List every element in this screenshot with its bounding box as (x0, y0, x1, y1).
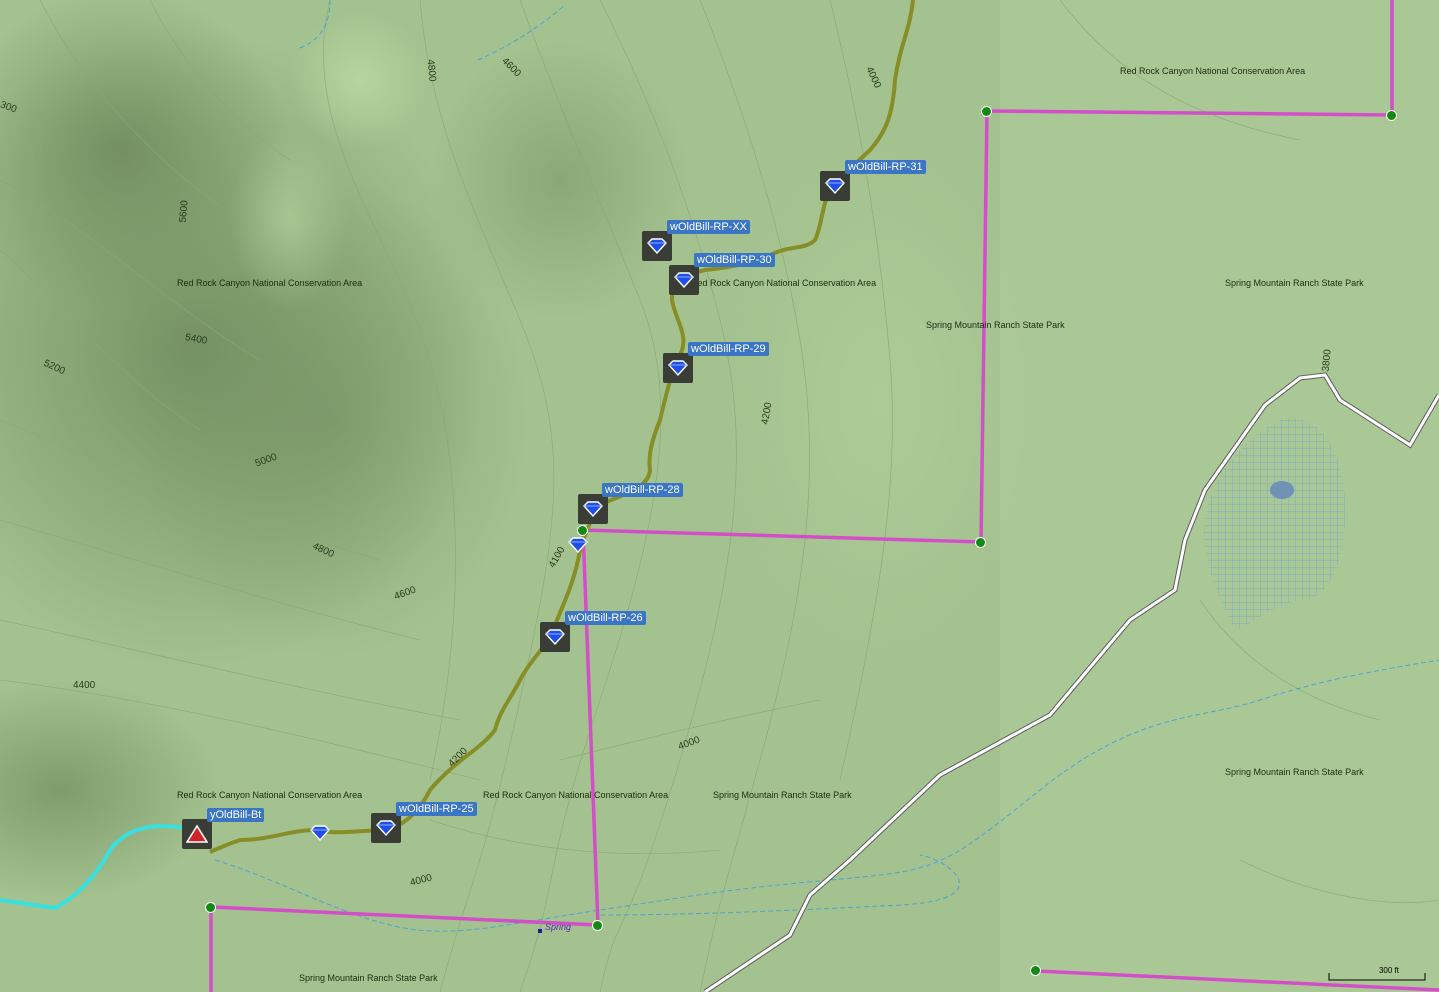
waypoint-label[interactable]: wOldBill-RP-XX (667, 220, 751, 234)
area-label-rrc: Red Rock Canyon National Conservation Ar… (177, 790, 363, 800)
triangle-icon (186, 824, 208, 843)
waypoint-marker-unlabeled[interactable] (309, 824, 331, 842)
spring-label: Spring (545, 922, 572, 932)
boundary-node[interactable] (1030, 965, 1041, 976)
boundary-node[interactable] (1386, 110, 1397, 121)
area-label-rrc: Red Rock Canyon National Conservation Ar… (177, 278, 363, 288)
waypoint-label[interactable]: wOldBill-RP-25 (396, 802, 477, 816)
boundary-node[interactable] (981, 106, 992, 117)
waypoint-label[interactable]: wOldBill-RP-26 (565, 611, 646, 625)
waypoint-marker-rp31[interactable] (820, 171, 850, 201)
gem-icon (545, 629, 565, 645)
map-view[interactable]: Red Rock Canyon National Conservation Ar… (0, 0, 1439, 992)
contour-label: 5600 (177, 199, 191, 224)
waypoint-marker-rp26[interactable] (540, 622, 570, 652)
area-label-smr: Spring Mountain Ranch State Park (926, 320, 1065, 330)
waypoint-marker-rp30[interactable] (669, 265, 699, 295)
waypoint-marker-unlabeled[interactable] (567, 536, 589, 554)
area-label-rrc: Red Rock Canyon National Conservation Ar… (483, 790, 669, 800)
area-label-rrc: Red Rock Canyon National Conservation Ar… (691, 278, 877, 288)
gem-icon (310, 825, 330, 841)
waypoint-marker-rp28[interactable] (578, 494, 608, 524)
waypoint-label[interactable]: yOldBill-Bt (207, 808, 265, 822)
spring-icon (538, 929, 542, 933)
area-label-smr: Spring Mountain Ranch State Park (1225, 767, 1364, 777)
scale-bar (1328, 973, 1426, 981)
boundary-node[interactable] (577, 525, 588, 536)
area-label-smr: Spring Mountain Ranch State Park (299, 973, 438, 983)
gem-icon (568, 537, 588, 553)
waypoint-label[interactable]: wOldBill-RP-31 (845, 160, 926, 174)
gem-icon (668, 360, 688, 376)
boundary-node[interactable] (592, 920, 603, 931)
waypoint-marker-rp25[interactable] (371, 813, 401, 843)
trailhead-marker[interactable] (182, 819, 212, 849)
area-label-rrc: Red Rock Canyon National Conservation Ar… (1120, 66, 1306, 76)
waypoint-label[interactable]: wOldBill-RP-29 (688, 342, 769, 356)
waypoint-label[interactable]: wOldBill-RP-30 (694, 253, 775, 267)
gem-icon (647, 238, 667, 254)
gem-icon (583, 501, 603, 517)
terrain-layer (0, 0, 1439, 992)
gem-icon (674, 272, 694, 288)
area-label-smr: Spring Mountain Ranch State Park (713, 790, 852, 800)
gem-icon (376, 820, 396, 836)
waypoint-label[interactable]: wOldBill-RP-28 (602, 483, 683, 497)
area-label-smr: Spring Mountain Ranch State Park (1225, 278, 1364, 288)
contour-label: 3800 (1320, 348, 1334, 373)
boundary-node[interactable] (975, 537, 986, 548)
waypoint-marker-rpxx[interactable] (642, 231, 672, 261)
gem-icon (825, 178, 845, 194)
waypoint-marker-rp29[interactable] (663, 353, 693, 383)
boundary-node[interactable] (205, 902, 216, 913)
contour-label: 4800 (424, 58, 438, 83)
contour-label: 4400 (73, 680, 96, 691)
